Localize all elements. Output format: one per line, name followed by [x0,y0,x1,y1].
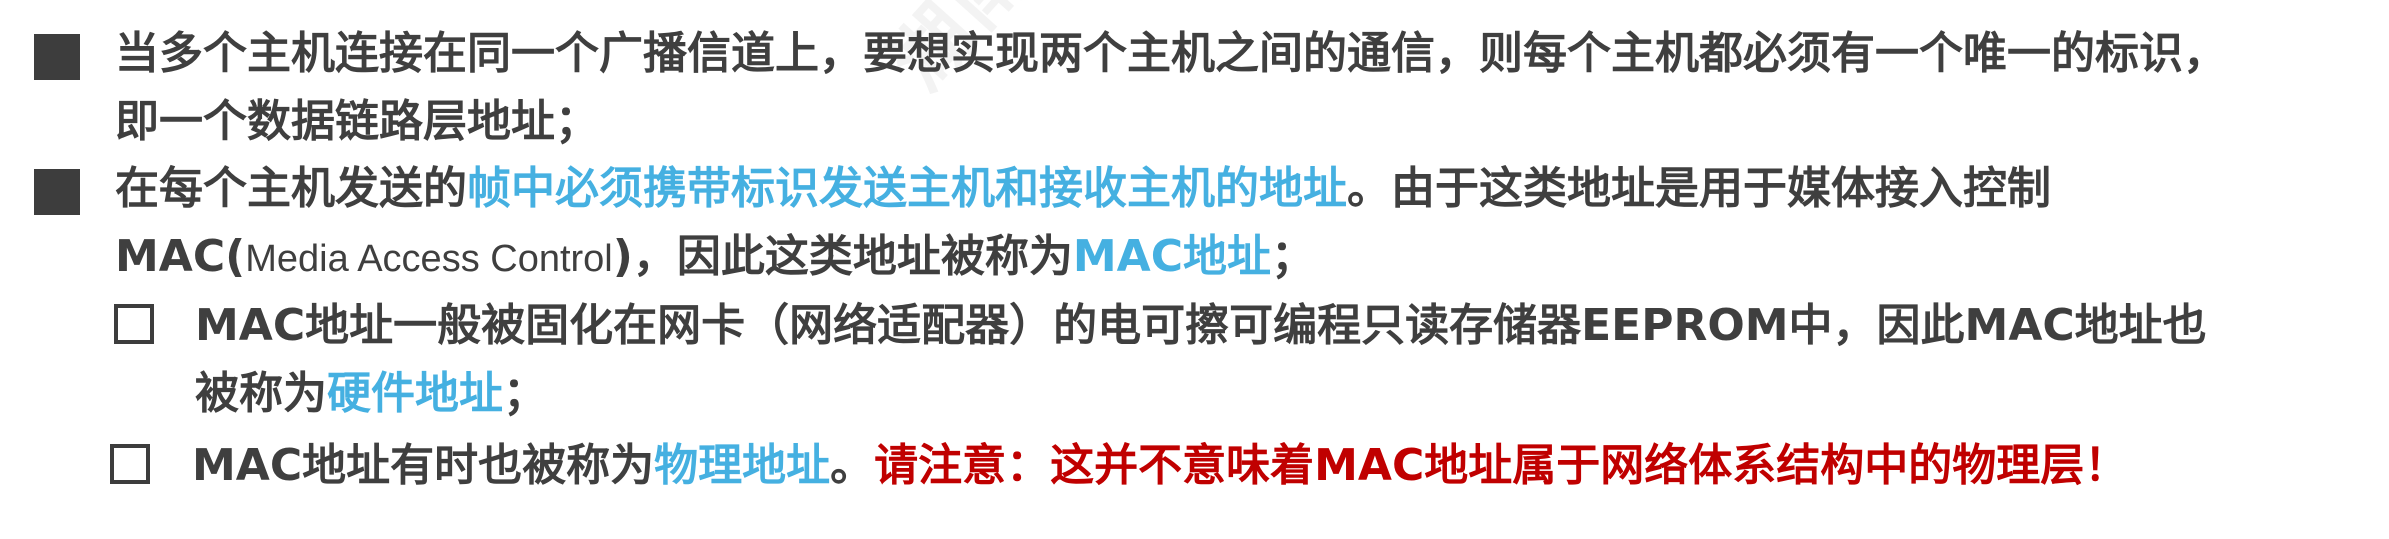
text-run: ； [503,368,547,419]
bullet-text: 在每个主机发送的帧中必须携带标识发送主机和接收主机的地址。由于这类地址是用于媒体… [115,155,2051,293]
bullet-line: MAC(Media Access Control)，因此这类地址被称为MAC地址… [115,223,2051,293]
text-run: 在每个主机发送的 [115,163,467,214]
bullet-line: 当多个主机连接在同一个广播信道上，要想实现两个主机之间的通信，则每个主机都必须有… [115,28,2227,79]
square-bullet-icon [34,34,80,80]
highlight-text: 帧中必须携带标识发送主机和接收主机的地址 [467,163,1347,214]
text-run: MAC地址有时也被称为 [192,440,655,491]
bullet-line: MAC地址一般被固化在网卡（网络适配器）的电可擦可编程只读存储器EEPROM中，… [195,300,2207,351]
mac-expansion-text: Media Access Control [245,238,613,280]
checkbox-bullet-icon [114,304,154,344]
bullet-text: MAC地址有时也被称为物理地址。请注意：这并不意味着MAC地址属于网络体系结构中… [192,432,2128,500]
warning-text: 请注意：这并不意味着MAC地址属于网络体系结构中的物理层！ [874,440,2129,491]
square-bullet-icon [34,169,80,215]
bullet-line: 即一个数据链路层地址； [115,96,599,147]
text-run: 。 [830,440,875,491]
bullet-text: 当多个主机连接在同一个广播信道上，要想实现两个主机之间的通信，则每个主机都必须有… [115,20,2227,156]
bullet-text: MAC地址一般被固化在网卡（网络适配器）的电可擦可编程只读存储器EEPROM中，… [195,292,2207,428]
text-run: 。由于这类地址是用于媒体接入控制 [1347,163,2051,214]
highlight-text: 物理地址 [654,440,831,491]
text-run: ； [1271,231,1315,282]
checkbox-bullet-icon [110,444,150,484]
text-run: MAC( [115,231,246,282]
bullet-line: 在每个主机发送的帧中必须携带标识发送主机和接收主机的地址。由于这类地址是用于媒体… [115,155,2051,223]
bullet-line: 被称为硬件地址； [195,360,2207,428]
text-run: )，因此这类地址被称为 [612,231,1073,282]
bullet-line: MAC地址有时也被称为物理地址。请注意：这并不意味着MAC地址属于网络体系结构中… [192,432,2128,500]
highlight-text: 硬件地址 [327,368,503,419]
text-run: 被称为 [195,368,327,419]
highlight-text: MAC地址 [1072,231,1271,282]
slide: 湖南大学 书 uoc.bnu.edu.cn 当多个主机连接在同一个广播信道上，要… [0,0,2389,539]
